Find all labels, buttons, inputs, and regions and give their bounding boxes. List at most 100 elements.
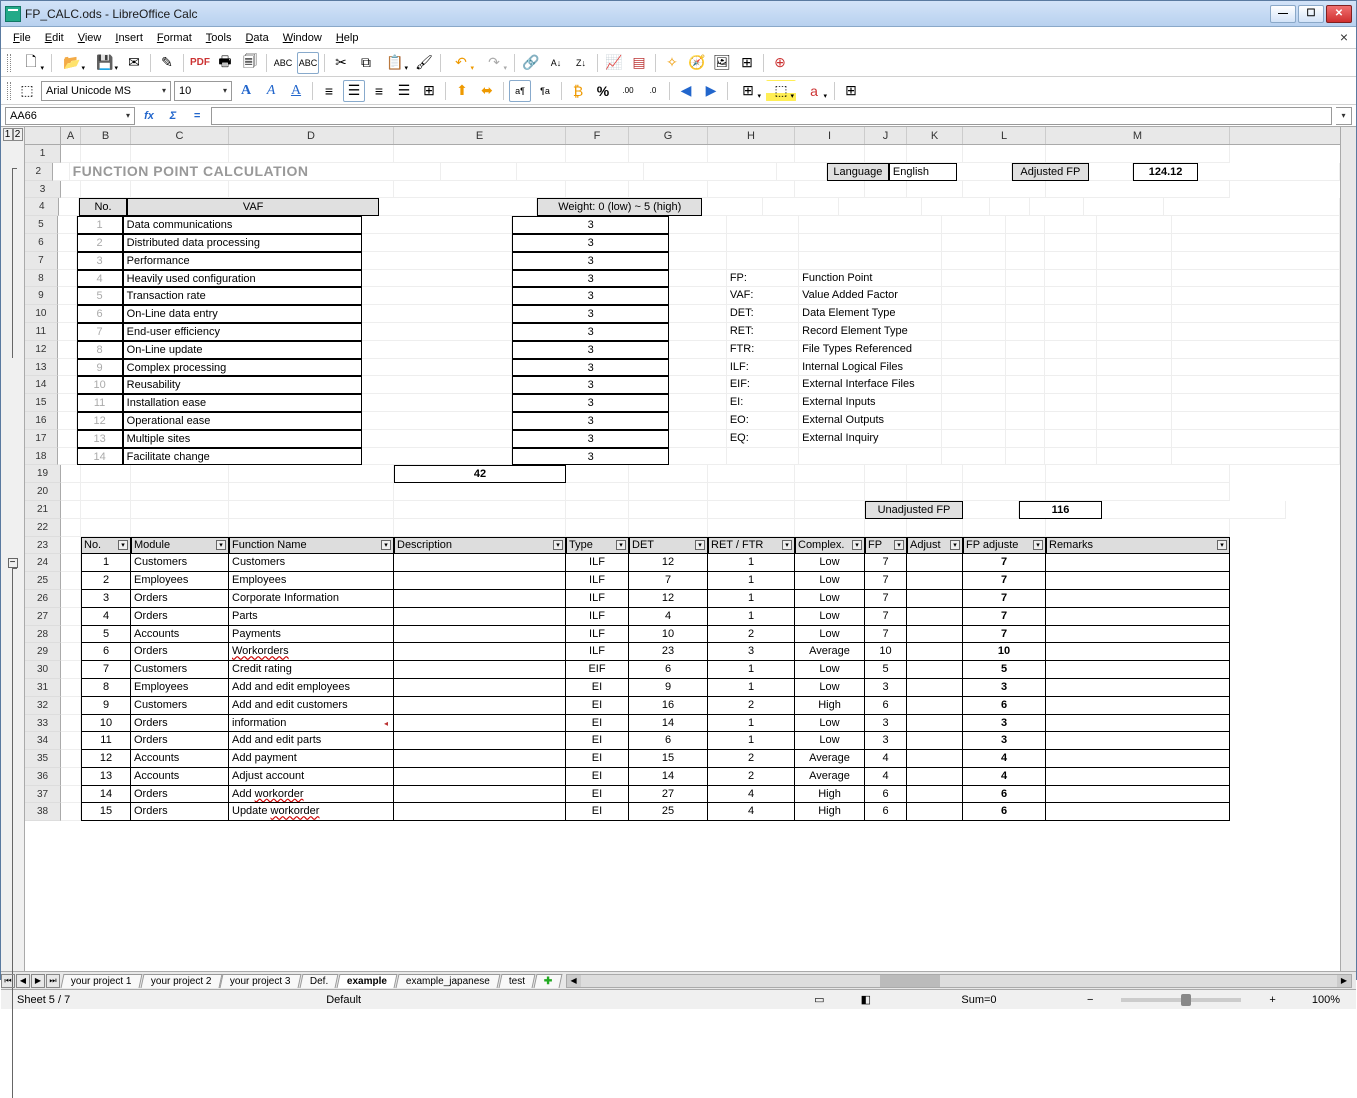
filter-arrow-icon[interactable]: ▾ <box>1033 540 1043 550</box>
vaf-weight[interactable]: 3 <box>512 376 669 394</box>
filter-arrow-icon[interactable]: ▾ <box>216 540 226 550</box>
column-header-L[interactable]: L <box>963 127 1046 144</box>
autofilter-button[interactable]: ▤ <box>628 52 650 74</box>
outline-collapse-button[interactable]: − <box>8 558 18 568</box>
row-header[interactable]: 25 <box>25 572 61 590</box>
row-header[interactable]: 13 <box>25 359 58 377</box>
function-wizard-button[interactable]: fx <box>139 107 159 125</box>
styles-dropdown-button[interactable]: ⬚ <box>16 80 38 102</box>
sheet-tab-example[interactable]: example <box>337 974 398 988</box>
vaf-weight[interactable]: 3 <box>512 430 669 448</box>
row-header[interactable]: 18 <box>25 448 58 466</box>
filter-header-fp[interactable]: FP▾ <box>865 537 907 555</box>
underline-button[interactable]: A <box>285 80 307 102</box>
row-header[interactable]: 6 <box>25 234 58 252</box>
align-top-button[interactable]: ⬆ <box>451 80 473 102</box>
outline-level-2[interactable]: 2 <box>13 128 23 141</box>
row-header[interactable]: 20 <box>25 483 61 501</box>
add-decimal-button[interactable]: .00 <box>617 80 639 102</box>
row-header[interactable]: 4 <box>25 198 59 216</box>
export-pdf-button[interactable]: PDF <box>189 52 211 74</box>
add-sheet-button[interactable]: ✚ <box>534 974 563 988</box>
auto-spellcheck-button[interactable]: ABC <box>297 52 319 74</box>
menu-insert[interactable]: Insert <box>115 32 143 44</box>
equals-button[interactable]: = <box>187 107 207 125</box>
filter-arrow-icon[interactable]: ▾ <box>852 540 862 550</box>
row-header[interactable]: 27 <box>25 608 61 626</box>
row-header[interactable]: 17 <box>25 430 58 448</box>
filter-arrow-icon[interactable]: ▾ <box>1217 540 1227 550</box>
toolbar-handle[interactable] <box>7 54 11 72</box>
clone-formatting-button[interactable]: 🖌 <box>413 52 435 74</box>
menu-edit[interactable]: Edit <box>45 32 64 44</box>
column-header-E[interactable]: E <box>394 127 566 144</box>
column-header-K[interactable]: K <box>907 127 963 144</box>
language-value[interactable]: English <box>889 163 957 181</box>
row-header[interactable]: 15 <box>25 394 58 412</box>
tab-prev-button[interactable]: ◀ <box>16 974 30 988</box>
merge-cells-button[interactable]: ⊞ <box>418 80 440 102</box>
sort-desc-button[interactable]: Z↓ <box>570 52 592 74</box>
row-header[interactable]: 3 <box>25 181 61 199</box>
fontcolor-button[interactable]: a▾ <box>799 80 829 102</box>
row-header[interactable]: 8 <box>25 270 58 288</box>
menu-view[interactable]: View <box>78 32 102 44</box>
column-header-C[interactable]: C <box>131 127 229 144</box>
sheet-tab-test[interactable]: test <box>499 974 536 988</box>
row-header[interactable]: 21 <box>25 501 61 519</box>
gallery-button[interactable]: 🖼 <box>711 52 733 74</box>
row-header[interactable]: 2 <box>25 163 53 181</box>
redo-button[interactable]: ↷▾ <box>479 52 509 74</box>
filter-header-det[interactable]: DET▾ <box>629 537 708 555</box>
column-header-D[interactable]: D <box>229 127 394 144</box>
print-preview-button[interactable]: 🗐 <box>239 52 261 74</box>
filter-header-no-[interactable]: No.▾ <box>81 537 131 555</box>
toolbar-handle[interactable] <box>7 82 11 100</box>
spellcheck-button[interactable]: ABC <box>272 52 294 74</box>
filter-arrow-icon[interactable]: ▾ <box>118 540 128 550</box>
row-header[interactable]: 32 <box>25 697 61 715</box>
align-center-button[interactable]: ☰ <box>343 80 365 102</box>
filter-arrow-icon[interactable]: ▾ <box>553 540 563 550</box>
vaf-weight[interactable]: 3 <box>512 234 669 252</box>
zoom-in-button[interactable]: + <box>1261 994 1283 1006</box>
vaf-weight[interactable]: 3 <box>512 305 669 323</box>
chart-button[interactable]: 📈 <box>603 52 625 74</box>
column-header-F[interactable]: F <box>566 127 629 144</box>
vaf-weight[interactable]: 3 <box>512 412 669 430</box>
bold-button[interactable]: A <box>235 80 257 102</box>
row-header[interactable]: 29 <box>25 643 61 661</box>
zoom-level[interactable]: 100% <box>1304 994 1348 1006</box>
outline-level-1[interactable]: 1 <box>3 128 13 141</box>
filter-arrow-icon[interactable]: ▾ <box>950 540 960 550</box>
vaf-weight[interactable]: 3 <box>512 394 669 412</box>
row-header[interactable]: 35 <box>25 750 61 768</box>
tab-first-button[interactable]: ⏮ <box>1 974 15 988</box>
document-close-icon[interactable]: × <box>1340 29 1348 45</box>
paste-button[interactable]: 📋▾ <box>380 52 410 74</box>
tab-next-button[interactable]: ▶ <box>31 974 45 988</box>
spreadsheet-grid[interactable]: 12FUNCTION POINT CALCULATIONLanguageEngl… <box>25 145 1340 971</box>
row-header[interactable]: 34 <box>25 732 61 750</box>
filter-arrow-icon[interactable]: ▾ <box>894 540 904 550</box>
row-header[interactable]: 9 <box>25 287 58 305</box>
font-size-select[interactable]: 10▾ <box>174 81 232 101</box>
row-header[interactable]: 22 <box>25 519 61 537</box>
row-header[interactable]: 28 <box>25 626 61 644</box>
filter-header-description[interactable]: Description▾ <box>394 537 566 555</box>
name-box[interactable]: AA66▾ <box>5 107 135 125</box>
row-header[interactable]: 30 <box>25 661 61 679</box>
vaf-weight[interactable]: 3 <box>512 252 669 270</box>
vaf-weight[interactable]: 3 <box>512 270 669 288</box>
align-right-button[interactable]: ≡ <box>368 80 390 102</box>
row-header[interactable]: 19 <box>25 465 61 483</box>
filter-arrow-icon[interactable]: ▾ <box>782 540 792 550</box>
sheet-tab-your-project-2[interactable]: your project 2 <box>140 974 222 988</box>
row-header[interactable]: 33 <box>25 715 61 733</box>
formula-expand-button[interactable]: ▾ <box>1336 107 1352 125</box>
menu-data[interactable]: Data <box>245 32 268 44</box>
filter-arrow-icon[interactable]: ▾ <box>616 540 626 550</box>
row-header[interactable]: 5 <box>25 216 58 234</box>
data-sources-button[interactable]: ⊞ <box>736 52 758 74</box>
row-header[interactable]: 11 <box>25 323 58 341</box>
